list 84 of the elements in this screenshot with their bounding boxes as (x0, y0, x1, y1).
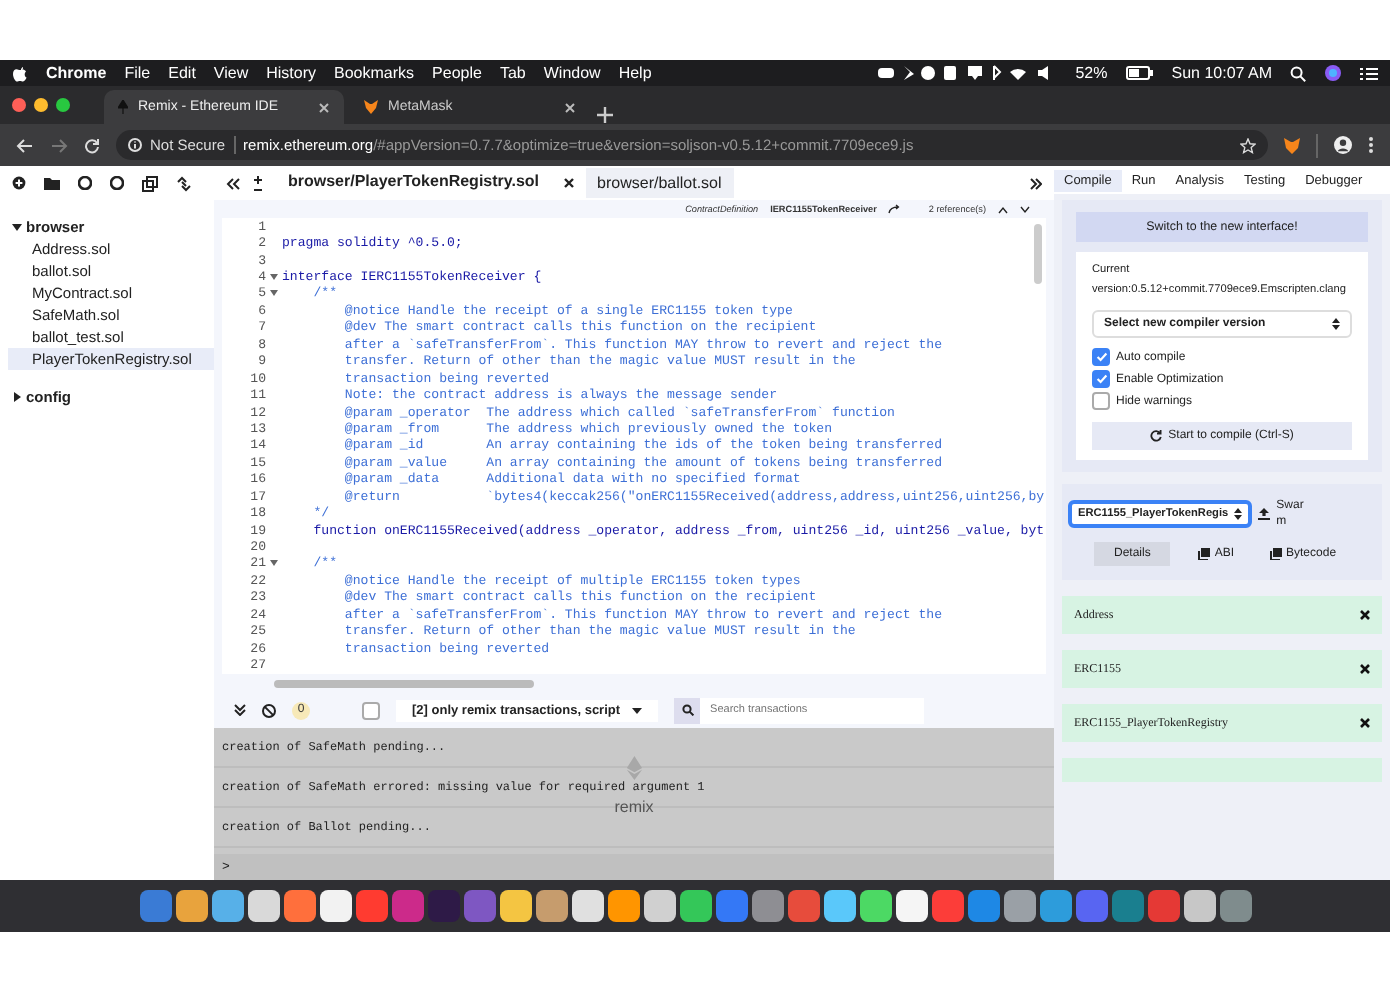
search-button[interactable] (674, 697, 701, 723)
close-icon[interactable] (318, 101, 330, 113)
app-icon[interactable] (1183, 890, 1215, 922)
listen-checkbox[interactable] (362, 701, 380, 719)
fox-icon (364, 100, 378, 114)
checkbox[interactable] (1092, 392, 1110, 410)
fold-icon[interactable] (270, 559, 278, 566)
star-icon[interactable] (1240, 137, 1256, 153)
maximize-window-icon[interactable] (56, 98, 70, 112)
close-icon[interactable] (1360, 664, 1370, 674)
scrollbar[interactable] (1034, 224, 1042, 284)
menu-item[interactable]: Edit (168, 64, 196, 82)
caret-up-icon[interactable] (998, 205, 1008, 213)
app-icon[interactable] (895, 890, 927, 922)
menu-item[interactable]: View (213, 64, 249, 82)
account-icon[interactable] (1334, 136, 1352, 154)
caret-down-icon (632, 707, 643, 713)
new-tab-icon[interactable] (596, 106, 614, 124)
close-icon[interactable] (563, 178, 574, 188)
search-icon (681, 704, 694, 716)
more-icon[interactable] (1368, 136, 1374, 154)
select-arrows-icon (1234, 508, 1243, 520)
close-icon[interactable] (1360, 718, 1370, 728)
info-icon (128, 138, 142, 152)
back-icon[interactable] (16, 137, 34, 153)
upload-icon[interactable] (1258, 508, 1271, 520)
app-icon[interactable] (211, 890, 243, 922)
code-editor[interactable] (222, 218, 1046, 674)
checkbox[interactable] (1092, 370, 1110, 388)
app-icon[interactable] (607, 890, 639, 922)
app-icon[interactable] (247, 890, 279, 922)
minimize-window-icon[interactable] (34, 98, 48, 112)
diamond-logo-icon (626, 756, 642, 780)
editor-tab[interactable]: browser/ballot.sol (585, 168, 734, 198)
add-file-icon[interactable] (12, 176, 26, 190)
menu-item[interactable]: Chrome (46, 64, 107, 82)
expand-right-icon[interactable] (1030, 177, 1042, 189)
close-icon[interactable] (564, 101, 576, 113)
menu-item[interactable]: People (432, 64, 482, 82)
fox-icon[interactable] (1284, 137, 1300, 153)
app-icon[interactable] (679, 890, 711, 922)
reload-icon[interactable] (84, 137, 100, 153)
collapse-down-icon[interactable] (234, 704, 246, 716)
copy-icon (1270, 548, 1283, 560)
jump-icon[interactable] (888, 204, 901, 214)
collapse-left-icon[interactable] (226, 177, 240, 189)
select-arrows-icon (1332, 318, 1340, 330)
menu-item[interactable]: Help (618, 64, 652, 82)
app-icon[interactable] (571, 890, 603, 922)
refresh-icon (1150, 430, 1163, 442)
search-icon[interactable] (1290, 65, 1306, 81)
battery-icon[interactable] (1125, 66, 1154, 80)
clear-icon[interactable] (262, 703, 276, 717)
scrollbar[interactable] (274, 679, 534, 687)
checkbox[interactable] (1092, 348, 1110, 366)
app-icon[interactable] (643, 890, 675, 922)
caret-right-icon (12, 392, 22, 402)
app-icon[interactable] (499, 890, 531, 922)
menu-item[interactable]: Tab (499, 64, 526, 82)
fold-icon[interactable] (270, 273, 278, 280)
folder-icon[interactable] (44, 176, 60, 190)
app-icon[interactable] (823, 890, 855, 922)
app-icon[interactable] (175, 890, 207, 922)
menu-item[interactable]: History (266, 64, 317, 82)
list-icon[interactable] (1360, 65, 1378, 81)
caret-down-icon[interactable] (1020, 205, 1030, 213)
copy-icon[interactable] (142, 175, 158, 191)
caret-down-icon (12, 222, 22, 232)
fold-icon[interactable] (270, 289, 278, 296)
menu-item[interactable]: File (124, 64, 151, 82)
apple-icon[interactable] (12, 64, 28, 82)
app-icon[interactable] (859, 890, 891, 922)
close-window-icon[interactable] (12, 98, 26, 112)
battery-percent: 52% (1075, 64, 1108, 82)
forward-icon[interactable] (50, 137, 68, 153)
app-icon[interactable] (1003, 890, 1035, 922)
close-icon[interactable] (1360, 610, 1370, 620)
copy-icon (1198, 548, 1211, 560)
app-icon[interactable] (535, 890, 567, 922)
menu-item[interactable]: Bookmarks (334, 64, 415, 82)
menu-item[interactable]: Window (543, 64, 601, 82)
clock: Sun 10:07 AM (1171, 64, 1272, 82)
app-icon[interactable] (319, 890, 351, 922)
font-size-icon[interactable] (252, 175, 264, 191)
